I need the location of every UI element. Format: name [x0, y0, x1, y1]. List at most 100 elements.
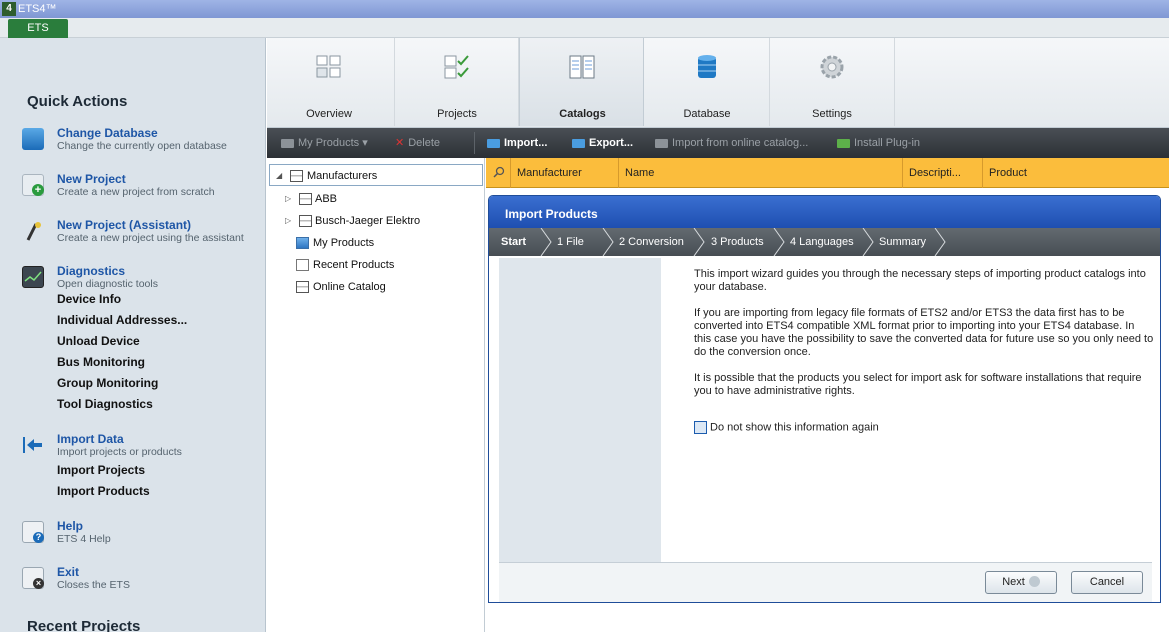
dialog-footer: Next Cancel — [499, 562, 1152, 602]
new-project-title: New Project — [57, 172, 126, 186]
import-button[interactable]: Import... — [487, 128, 547, 158]
search-icon[interactable] — [492, 165, 506, 179]
my-products-label: My Products — [298, 137, 360, 149]
new-project-icon: + — [22, 174, 44, 196]
folder-icon — [281, 138, 294, 148]
import-data-title: Import Data — [57, 432, 124, 446]
step-summary: Summary — [879, 236, 927, 248]
tree-label: Recent Products — [313, 259, 395, 271]
step-chevron-icon — [934, 228, 946, 256]
online-catalog-icon — [655, 138, 668, 148]
cancel-button[interactable]: Cancel — [1071, 571, 1143, 594]
column-description[interactable]: Descripti... — [902, 158, 982, 188]
recent-clock-icon — [296, 259, 309, 271]
next-button[interactable]: Next — [985, 571, 1057, 594]
settings-button[interactable]: Settings — [770, 38, 894, 126]
database-button[interactable]: Database — [645, 38, 769, 126]
product-grid-header: Manufacturer Name Descripti... Product — [486, 158, 1169, 188]
plugin-puzzle-icon — [837, 138, 850, 148]
help-title: Help — [57, 519, 84, 533]
new-project-action[interactable]: + New Project Create a new project from … — [10, 172, 260, 202]
database-icon — [22, 128, 44, 150]
tree-item-my-products[interactable]: My Products — [267, 232, 481, 254]
window-title: ETS4™ — [18, 3, 57, 15]
database-label: Database — [683, 108, 731, 120]
import-data-action[interactable]: Import Data Import projects or products — [10, 432, 260, 462]
bus-monitoring-link[interactable]: Bus Monitoring — [57, 355, 145, 369]
wizard-steps-bar: Start 1 File 2 Conversion 3 Products 4 L… — [489, 228, 1160, 256]
step-chevron-icon — [773, 228, 785, 256]
individual-addresses-link[interactable]: Individual Addresses... — [57, 313, 187, 327]
overview-icon — [316, 55, 341, 78]
checkbox-label: Do not show this information again — [710, 421, 879, 434]
tab-ets[interactable]: ETS — [8, 19, 68, 38]
step-file: 1 File — [557, 236, 584, 248]
diagnostics-action[interactable]: Diagnostics Open diagnostic tools — [10, 264, 260, 294]
my-products-icon — [296, 237, 309, 249]
unload-device-link[interactable]: Unload Device — [57, 334, 140, 348]
import-products-link[interactable]: Import Products — [57, 484, 150, 498]
new-project-assistant-title: New Project (Assistant) — [57, 218, 192, 232]
rights-paragraph: It is possible that the products you sel… — [694, 372, 1142, 397]
my-products-dropdown[interactable]: My Products ▾ — [281, 128, 368, 158]
quick-actions-heading: Quick Actions — [27, 93, 128, 110]
column-manufacturer[interactable]: Manufacturer — [510, 158, 618, 188]
chevron-down-icon: ▾ — [362, 137, 368, 149]
import-projects-link[interactable]: Import Projects — [57, 463, 145, 477]
recent-projects-heading: Recent Projects — [27, 618, 141, 632]
exit-icon: × — [22, 567, 44, 589]
install-plugin-button[interactable]: Install Plug-in — [837, 128, 920, 158]
help-action[interactable]: ? Help ETS 4 Help — [10, 519, 260, 549]
toolbar-divider — [474, 132, 475, 154]
quick-actions-pane: Quick Actions Change Database Change the… — [0, 38, 266, 632]
overview-button[interactable]: Overview — [267, 38, 391, 126]
projects-button[interactable]: Projects — [395, 38, 519, 126]
exit-title: Exit — [57, 565, 80, 579]
catalog-tree: ◢ Manufacturers ▷ ABB ▷ Busch-Jaeger Ele… — [267, 158, 485, 632]
tree-item-manufacturers[interactable]: ◢ Manufacturers — [269, 164, 483, 186]
delete-button[interactable]: ✕ Delete — [395, 128, 440, 158]
step-chevron-icon — [602, 228, 614, 256]
catalogs-button[interactable]: Catalogs — [519, 38, 644, 126]
expanded-arrow-icon: ◢ — [276, 171, 283, 180]
tree-item-online-catalog[interactable]: Online Catalog — [267, 276, 481, 298]
import-products-dialog: Import Products Start 1 File 2 Conversio… — [488, 195, 1161, 603]
tree-item-recent-products[interactable]: Recent Products — [267, 254, 481, 276]
tree-item-busch-jaeger[interactable]: ▷ Busch-Jaeger Elektro — [267, 210, 481, 232]
wizard-description: This import wizard guides you through th… — [694, 268, 1154, 411]
column-name[interactable]: Name — [618, 158, 902, 188]
tree-label: My Products — [313, 237, 375, 249]
settings-gear-icon — [820, 55, 844, 79]
tree-label: Manufacturers — [307, 170, 378, 182]
import-icon — [487, 138, 500, 148]
tree-item-abb[interactable]: ▷ ABB — [267, 188, 481, 210]
settings-label: Settings — [812, 108, 852, 120]
intro-paragraph: This import wizard guides you through th… — [694, 268, 1146, 293]
projects-label: Projects — [437, 108, 477, 120]
import-online-catalog-button[interactable]: Import from online catalog... — [655, 128, 808, 158]
column-product[interactable]: Product — [982, 158, 1169, 188]
step-chevron-icon — [540, 228, 552, 256]
toolbar-divider — [894, 38, 895, 126]
ets-logo-icon: 4 — [2, 2, 16, 16]
do-not-show-checkbox[interactable]: Do not show this information again — [694, 421, 879, 434]
change-database-action[interactable]: Change Database Change the currently ope… — [10, 126, 260, 156]
new-project-assistant-action[interactable]: New Project (Assistant) Create a new pro… — [10, 218, 260, 248]
exit-action[interactable]: × Exit Closes the ETS — [10, 565, 260, 595]
checkbox-box[interactable] — [694, 421, 707, 434]
database-cylinder-icon — [698, 55, 716, 78]
legacy-paragraph: If you are importing from legacy file fo… — [694, 307, 1154, 358]
catalogs-label: Catalogs — [559, 108, 606, 120]
projects-checklist-icon — [444, 55, 469, 79]
catalogs-book-icon — [569, 55, 595, 79]
export-button[interactable]: Export... — [572, 128, 633, 158]
tool-diagnostics-link[interactable]: Tool Diagnostics — [57, 397, 153, 411]
change-database-title: Change Database — [57, 126, 158, 140]
diagnostics-title: Diagnostics — [57, 264, 126, 278]
group-monitoring-link[interactable]: Group Monitoring — [57, 376, 158, 390]
overview-label: Overview — [306, 108, 352, 120]
exit-subtitle: Closes the ETS — [57, 579, 130, 591]
wizard-side-panel — [499, 258, 661, 562]
delete-label: Delete — [408, 137, 441, 149]
device-info-link[interactable]: Device Info — [57, 292, 121, 306]
